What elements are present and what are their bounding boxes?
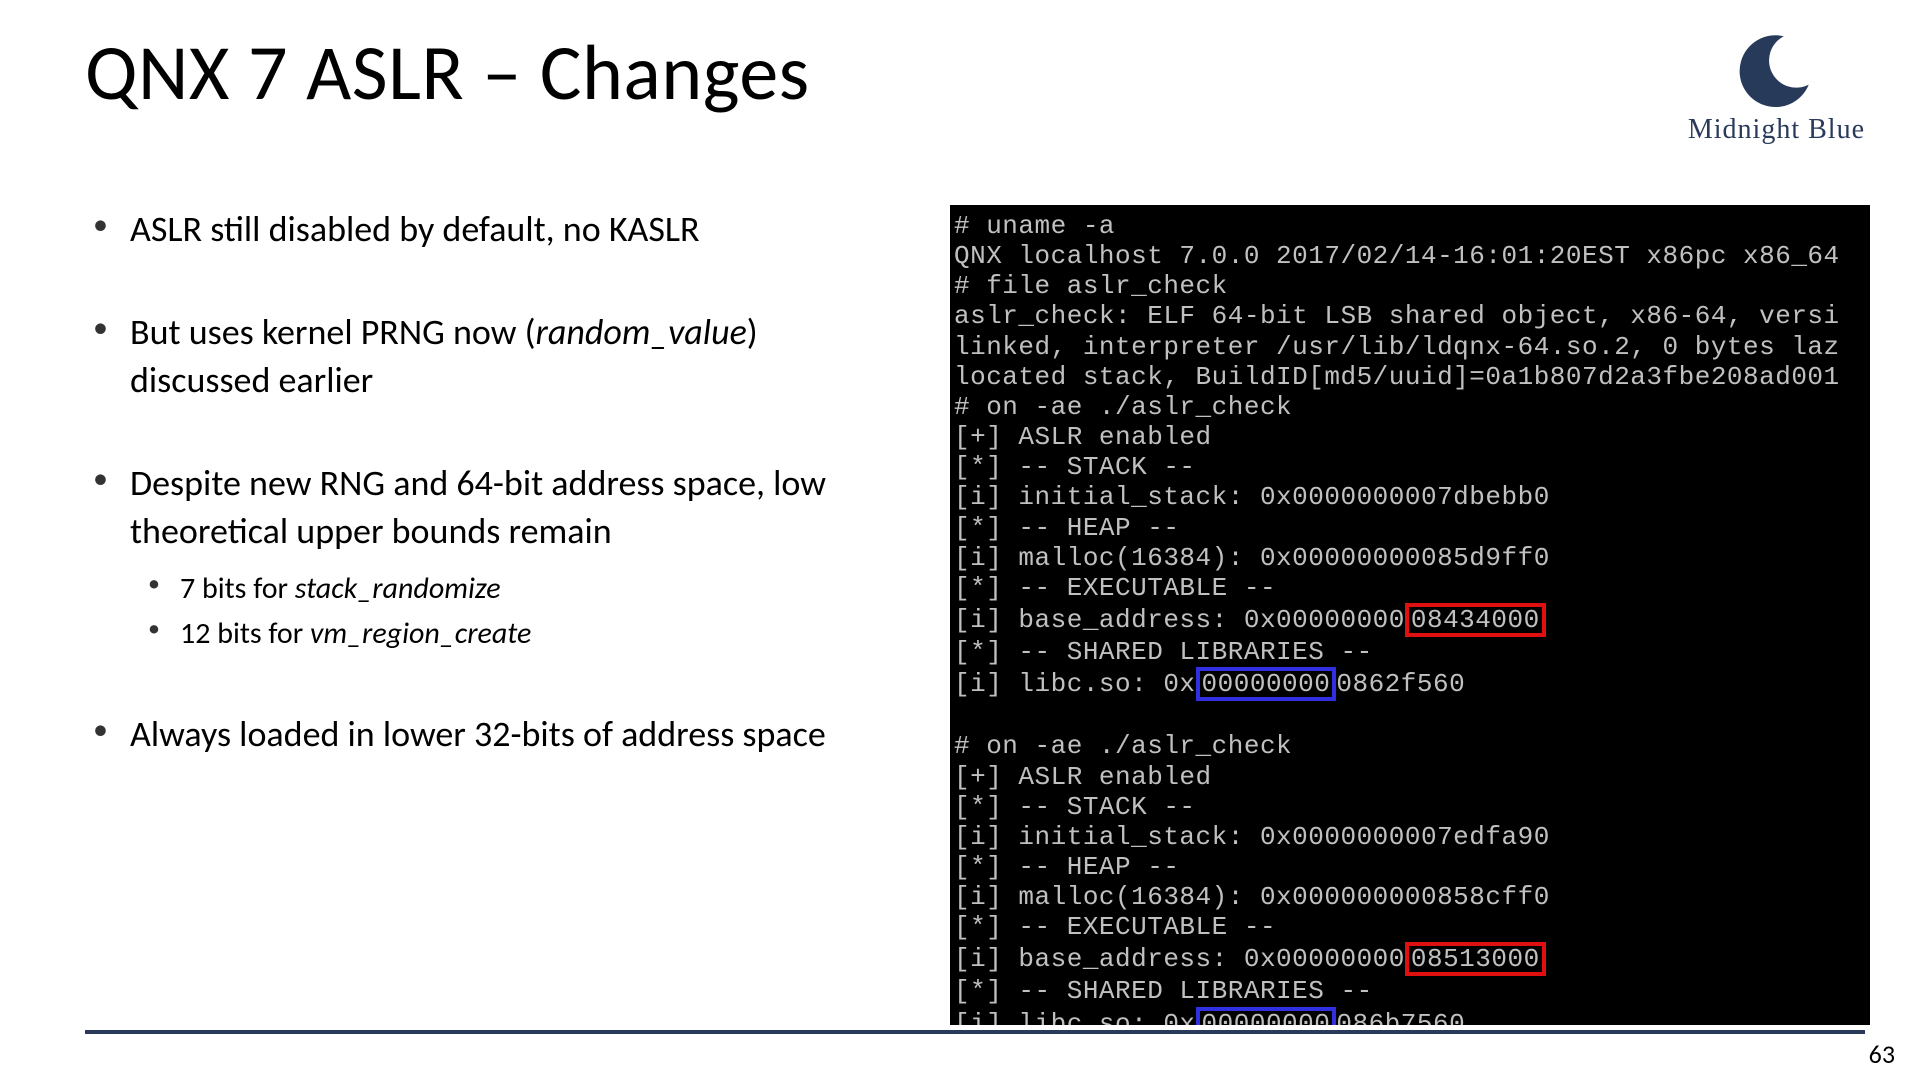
bullet-3-2-em: vm_region_create bbox=[310, 615, 531, 652]
term-line: [i] malloc(16384): 0x000000000858cff0 bbox=[954, 882, 1550, 912]
term-line: [*] -- HEAP -- bbox=[954, 513, 1179, 543]
term-line: [*] -- SHARED LIBRARIES -- bbox=[954, 976, 1373, 1006]
term-line: located stack, BuildID[md5/uuid]=0a1b807… bbox=[954, 362, 1840, 392]
term-line: [*] -- SHARED LIBRARIES -- bbox=[954, 637, 1373, 667]
term-line: [*] -- STACK -- bbox=[954, 792, 1196, 822]
bullet-3-1-a: 7 bits for bbox=[180, 570, 295, 607]
term-line: [*] -- EXECUTABLE -- bbox=[954, 912, 1276, 942]
term-line: aslr_check: ELF 64-bit LSB shared object… bbox=[954, 301, 1840, 331]
highlight-blue-1: 00000000 bbox=[1196, 667, 1337, 701]
highlight-blue-2: 00000000 bbox=[1196, 1007, 1337, 1025]
term-line: [+] ASLR enabled bbox=[954, 422, 1212, 452]
logo: Midnight Blue bbox=[1688, 30, 1865, 146]
bullet-3-text: Despite new RNG and 64-bit address space… bbox=[130, 461, 826, 554]
term-line: [i] base_address: 0x00000000 bbox=[954, 944, 1405, 974]
term-line: QNX localhost 7.0.0 2017/02/14-16:01:20E… bbox=[954, 241, 1840, 271]
term-line: [i] base_address: 0x00000000 bbox=[954, 605, 1405, 635]
term-line: [*] -- EXECUTABLE -- bbox=[954, 573, 1276, 603]
term-line: 086b7560 bbox=[1336, 1009, 1465, 1025]
term-line: # on -ae ./aslr_check bbox=[954, 731, 1292, 761]
bullet-2-text-a: But uses kernel PRNG now ( bbox=[130, 310, 536, 354]
page-number: 63 bbox=[1869, 1038, 1895, 1070]
bullet-1: ASLR still disabled by default, no KASLR bbox=[85, 205, 895, 254]
term-line: [+] ASLR enabled bbox=[954, 762, 1212, 792]
highlight-red-2: 08513000 bbox=[1405, 942, 1546, 976]
highlight-red-1: 08434000 bbox=[1405, 603, 1546, 637]
bullet-2: But uses kernel PRNG now (random_value) … bbox=[85, 308, 895, 405]
bullet-3-2-a: 12 bits for bbox=[180, 615, 310, 652]
bullet-4: Always loaded in lower 32-bits of addres… bbox=[85, 710, 895, 759]
term-line: # file aslr_check bbox=[954, 271, 1228, 301]
term-line: 0862f560 bbox=[1336, 669, 1465, 699]
term-line: [*] -- HEAP -- bbox=[954, 852, 1179, 882]
bullet-content: ASLR still disabled by default, no KASLR… bbox=[85, 205, 895, 813]
term-line: [*] -- STACK -- bbox=[954, 452, 1196, 482]
footer-rule bbox=[85, 1030, 1865, 1034]
term-line: # uname -a bbox=[954, 211, 1115, 241]
term-line: [i] libc.so: 0x bbox=[954, 669, 1196, 699]
slide: QNX 7 ASLR – Changes Midnight Blue ASLR … bbox=[0, 0, 1920, 1080]
logo-text: Midnight Blue bbox=[1688, 114, 1865, 146]
term-line: [i] malloc(16384): 0x00000000085d9ff0 bbox=[954, 543, 1550, 573]
term-line: [i] libc.so: 0x bbox=[954, 1009, 1196, 1025]
bullet-3-1: 7 bits for stack_randomize bbox=[130, 566, 895, 611]
term-line: [i] initial_stack: 0x0000000007edfa90 bbox=[954, 822, 1550, 852]
term-line: [i] initial_stack: 0x0000000007dbebb0 bbox=[954, 482, 1550, 512]
bullet-3-2: 12 bits for vm_region_create bbox=[130, 611, 895, 656]
term-line: linked, interpreter /usr/lib/ldqnx-64.so… bbox=[954, 332, 1840, 362]
term-line: # on -ae ./aslr_check bbox=[954, 392, 1292, 422]
slide-title: QNX 7 ASLR – Changes bbox=[85, 25, 810, 120]
bullet-2-em: random_value bbox=[536, 310, 747, 354]
terminal-output: # uname -a QNX localhost 7.0.0 2017/02/1… bbox=[950, 205, 1870, 1025]
crescent-moon-icon bbox=[1737, 30, 1815, 108]
bullet-3: Despite new RNG and 64-bit address space… bbox=[85, 459, 895, 656]
bullet-3-1-em: stack_randomize bbox=[295, 570, 501, 607]
